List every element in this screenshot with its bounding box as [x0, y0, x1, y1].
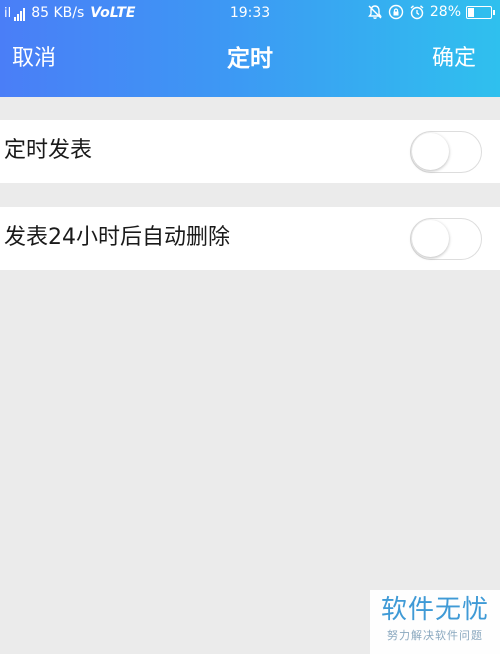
page-title: 定时 [227, 46, 273, 72]
auto-delete-toggle[interactable] [410, 218, 482, 260]
watermark-subtitle: 努力解决软件问题 [387, 629, 483, 642]
lock-rotation-icon [388, 4, 404, 20]
alarm-icon [410, 5, 424, 20]
screen: il 85 KB/s VoLTE 19:33 28% 取消 定时 确定 定时发表… [0, 0, 500, 654]
toggle-knob [412, 220, 449, 257]
status-bar: il 85 KB/s VoLTE 19:33 28% [0, 0, 500, 27]
confirm-button[interactable]: 确定 [432, 44, 476, 74]
setting-row-scheduled-post: 定时发表 [0, 120, 500, 183]
battery-fill [468, 7, 474, 17]
setting-label-scheduled-post: 定时发表 [4, 138, 93, 163]
setting-row-auto-delete: 发表24小时后自动删除 [0, 207, 500, 270]
title-bar: 取消 定时 确定 [0, 27, 500, 97]
watermark-title: 软件无忧 [380, 595, 489, 625]
watermark-logo: 软件无忧 努力解决软件问题 [370, 590, 500, 654]
status-bar-right: 28% [367, 4, 495, 20]
toggle-knob [412, 133, 449, 170]
mute-bell-icon [367, 5, 382, 19]
battery-icon [466, 5, 495, 19]
scheduled-post-toggle[interactable] [410, 131, 482, 173]
setting-label-auto-delete: 发表24小时后自动删除 [4, 225, 230, 250]
battery-percent: 28% [429, 4, 461, 20]
